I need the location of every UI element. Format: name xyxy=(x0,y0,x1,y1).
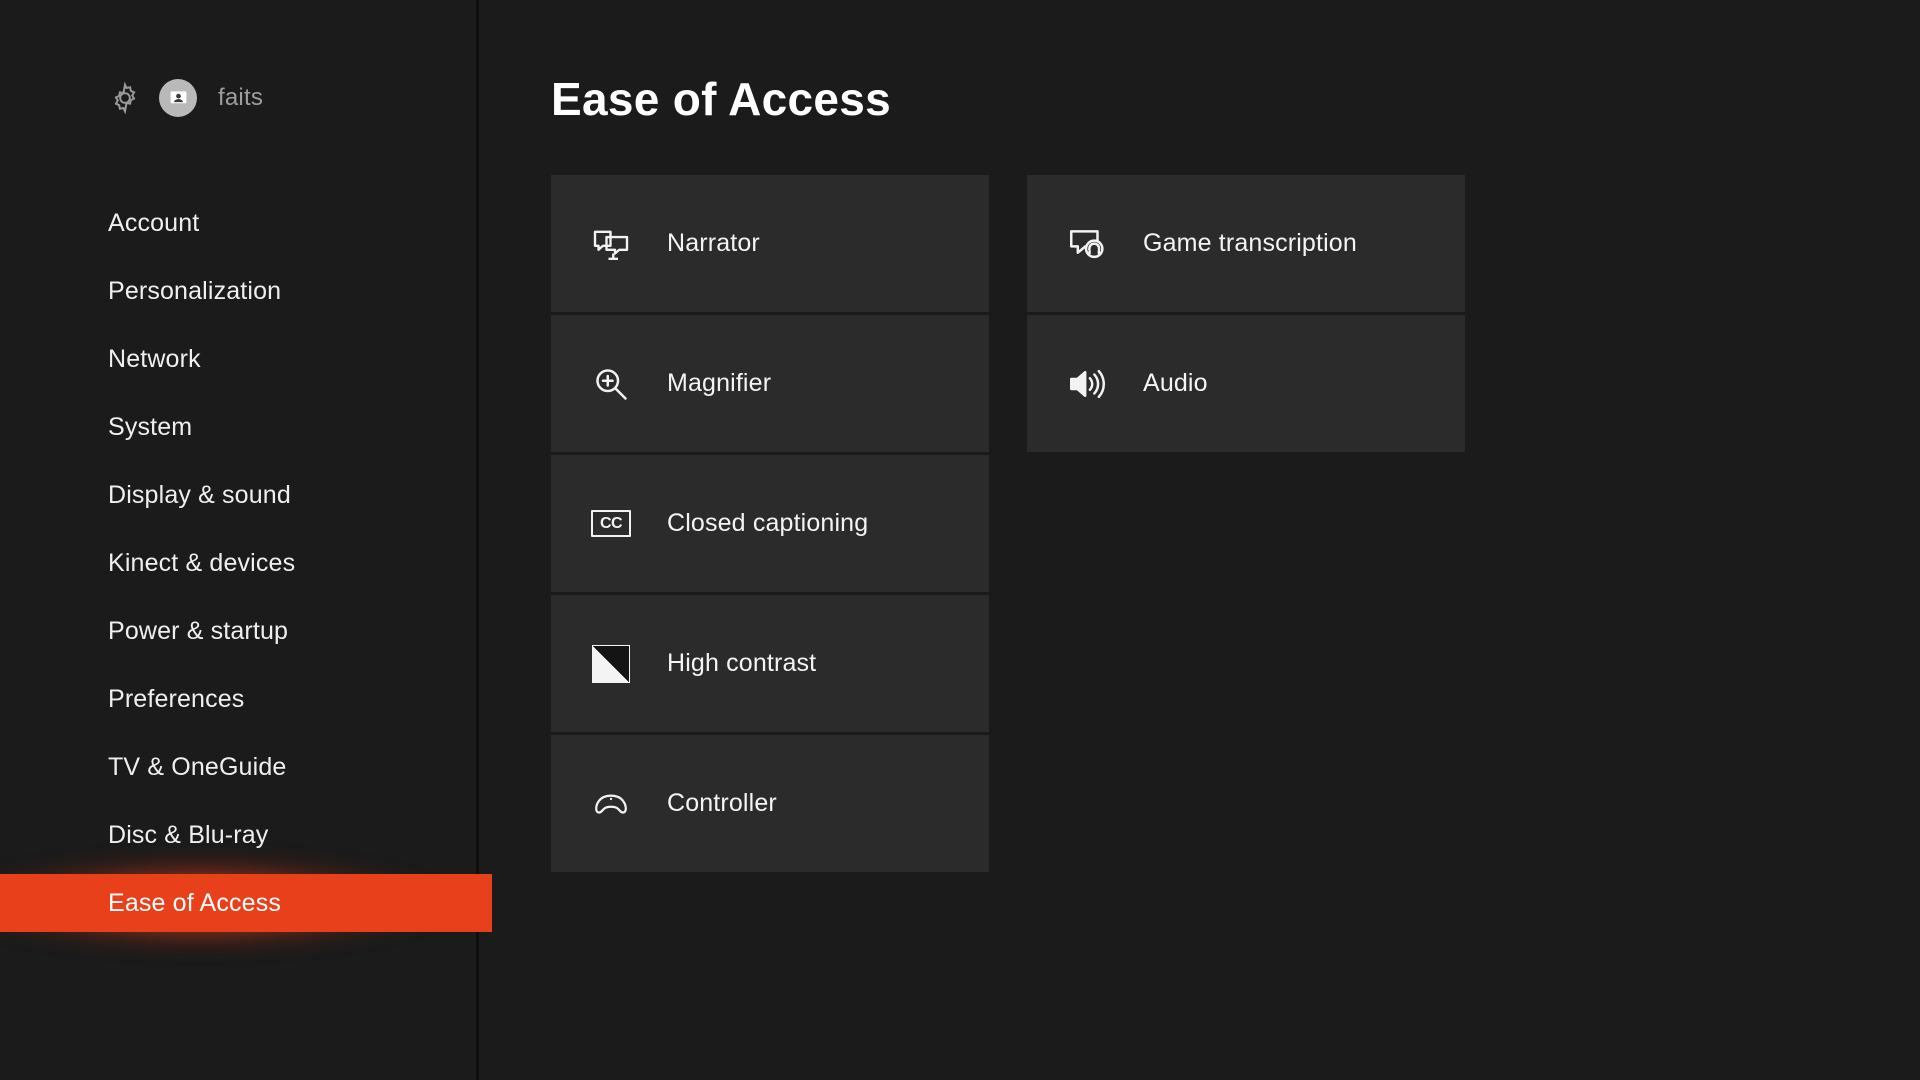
sidebar-item-label: Personalization xyxy=(108,276,282,305)
sidebar: faits Account Personalization Network Sy… xyxy=(0,0,520,1080)
tile-game-transcription[interactable]: Game transcription xyxy=(1027,175,1465,312)
sidebar-item-label: Preferences xyxy=(108,684,245,713)
profile-name: faits xyxy=(218,84,264,111)
sidebar-item-system[interactable]: System xyxy=(0,393,479,461)
sidebar-item-display-and-sound[interactable]: Display & sound xyxy=(0,461,479,529)
speech-bubble-headset-icon xyxy=(1065,222,1109,266)
tile-label: Audio xyxy=(1143,369,1208,397)
narrator-screen-speech-icon xyxy=(589,222,633,266)
sidebar-item-tv-and-oneguide[interactable]: TV & OneGuide xyxy=(0,733,479,801)
avatar[interactable] xyxy=(159,79,197,117)
sidebar-item-preferences[interactable]: Preferences xyxy=(0,665,479,733)
magnifier-plus-icon xyxy=(589,362,633,406)
tile-label: Controller xyxy=(667,789,777,817)
tile-label: Game transcription xyxy=(1143,229,1357,257)
game-controller-icon xyxy=(589,782,633,826)
sidebar-item-label: Account xyxy=(108,208,200,237)
tile-label: High contrast xyxy=(667,649,817,677)
tile-column-right: Game transcription Audio xyxy=(1027,175,1465,872)
sidebar-item-label: Network xyxy=(108,344,201,373)
sidebar-item-personalization[interactable]: Personalization xyxy=(0,257,479,325)
page-title: Ease of Access xyxy=(551,73,892,125)
sidebar-item-label: Power & startup xyxy=(108,616,289,645)
sidebar-item-ease-of-access[interactable]: Ease of Access xyxy=(0,833,520,973)
speaker-volume-icon xyxy=(1065,362,1109,406)
sidebar-item-network[interactable]: Network xyxy=(0,325,479,393)
gear-icon[interactable] xyxy=(108,81,142,115)
sidebar-item-disc-and-blu-ray[interactable]: Disc & Blu-ray xyxy=(0,801,479,869)
tile-high-contrast[interactable]: High contrast xyxy=(551,595,989,732)
profile-header: faits xyxy=(0,70,479,126)
sidebar-item-kinect-and-devices[interactable]: Kinect & devices xyxy=(0,529,479,597)
tile-label: Magnifier xyxy=(667,369,772,397)
sidebar-item-label: Ease of Access xyxy=(108,888,282,917)
sidebar-item-label: Disc & Blu-ray xyxy=(108,820,269,849)
tile-audio[interactable]: Audio xyxy=(1027,315,1465,452)
sidebar-item-label: Kinect & devices xyxy=(108,548,296,577)
sidebar-item-power-and-startup[interactable]: Power & startup xyxy=(0,597,479,665)
closed-captioning-cc-icon: CC xyxy=(589,502,633,546)
tile-narrator[interactable]: Narrator xyxy=(551,175,989,312)
user-avatar-icon xyxy=(170,90,186,103)
main-content: Ease of Access Narrator Magnifier CC Clo… xyxy=(479,0,1920,1080)
sidebar-item-label: System xyxy=(108,412,193,441)
sidebar-item-label: TV & OneGuide xyxy=(108,752,287,781)
xbox-settings-screen: faits Account Personalization Network Sy… xyxy=(0,0,1920,1080)
tile-column-left: Narrator Magnifier CC Closed captioning … xyxy=(551,175,989,872)
tile-label: Narrator xyxy=(667,229,760,257)
sidebar-nav: Account Personalization Network System D… xyxy=(0,189,520,973)
tile-magnifier[interactable]: Magnifier xyxy=(551,315,989,452)
tile-closed-captioning[interactable]: CC Closed captioning xyxy=(551,455,989,592)
sidebar-item-account[interactable]: Account xyxy=(0,189,479,257)
high-contrast-split-square-icon xyxy=(589,642,633,686)
tile-grid: Narrator Magnifier CC Closed captioning … xyxy=(551,175,1920,872)
tile-controller[interactable]: Controller xyxy=(551,735,989,872)
tile-label: Closed captioning xyxy=(667,509,869,537)
sidebar-item-label: Display & sound xyxy=(108,480,291,509)
